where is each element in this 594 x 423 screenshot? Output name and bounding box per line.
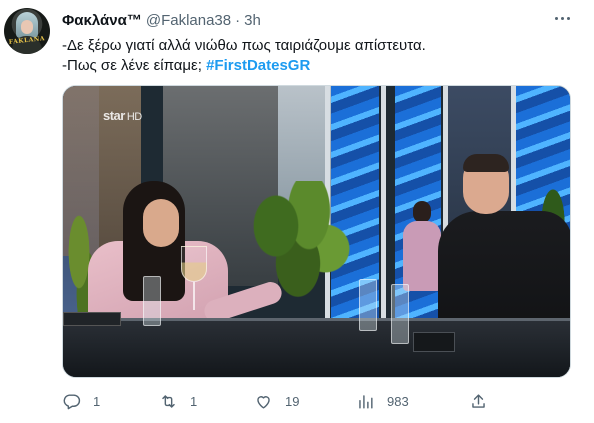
tweet-text: -Δε ξέρω γιατί αλλά νιώθω πως ταιριάζουμ… [62,36,562,76]
tweet-text-line-2: -Πως σε λένε είπαμε; #FirstDatesGR [62,56,562,76]
views-chart-icon [359,394,373,409]
avatar-face [21,20,33,34]
retweet-count: 1 [190,393,198,409]
share-button[interactable] [469,388,488,414]
water-glass [359,279,377,331]
heart-icon [257,395,270,409]
water-glass [391,284,409,344]
tweet-time[interactable]: 3h [244,12,261,29]
avatar[interactable]: FAKLANA [4,8,50,54]
reply-icon [63,393,81,409]
tweet-text-line-2-body: -Πως σε λένε είπαμε; [62,57,202,74]
retweet-icon [162,394,175,408]
tweet-header: Φακλάνα™ @Faklana38 · 3h [62,10,261,30]
channel-watermark: star HD [103,108,142,123]
phone-left [63,312,121,326]
retweet-button[interactable]: 1 [159,388,197,414]
more-options-icon[interactable] [548,8,576,28]
water-glass [143,276,161,326]
wine-glass [181,246,207,282]
like-button[interactable]: 19 [254,388,299,414]
hashtag-link[interactable]: #FirstDatesGR [206,57,310,74]
author-handle[interactable]: @Faklana38 [146,12,231,29]
views-count: 983 [387,393,409,409]
tweet-text-line-1: -Δε ξέρω γιατί αλλά νιώθω πως ταιριάζουμ… [62,37,426,54]
author-name[interactable]: Φακλάνα™ [62,12,142,29]
like-count: 19 [285,393,300,409]
tweet[interactable]: FAKLANA Φακλάνα™ @Faklana38 · 3h -Δε ξέρ… [0,0,594,423]
separator-dot: · [235,11,241,29]
views-button[interactable]: 983 [356,388,409,414]
table [63,321,570,377]
phone-right [413,332,455,352]
reply-button[interactable]: 1 [62,388,100,414]
reply-count: 1 [93,393,101,409]
tweet-actions: 1 1 19 983 [62,388,502,414]
tv-scene: star HD [63,86,570,377]
tweet-media-image[interactable]: star HD [62,85,571,378]
share-icon [472,393,485,408]
background-diner [403,201,443,311]
